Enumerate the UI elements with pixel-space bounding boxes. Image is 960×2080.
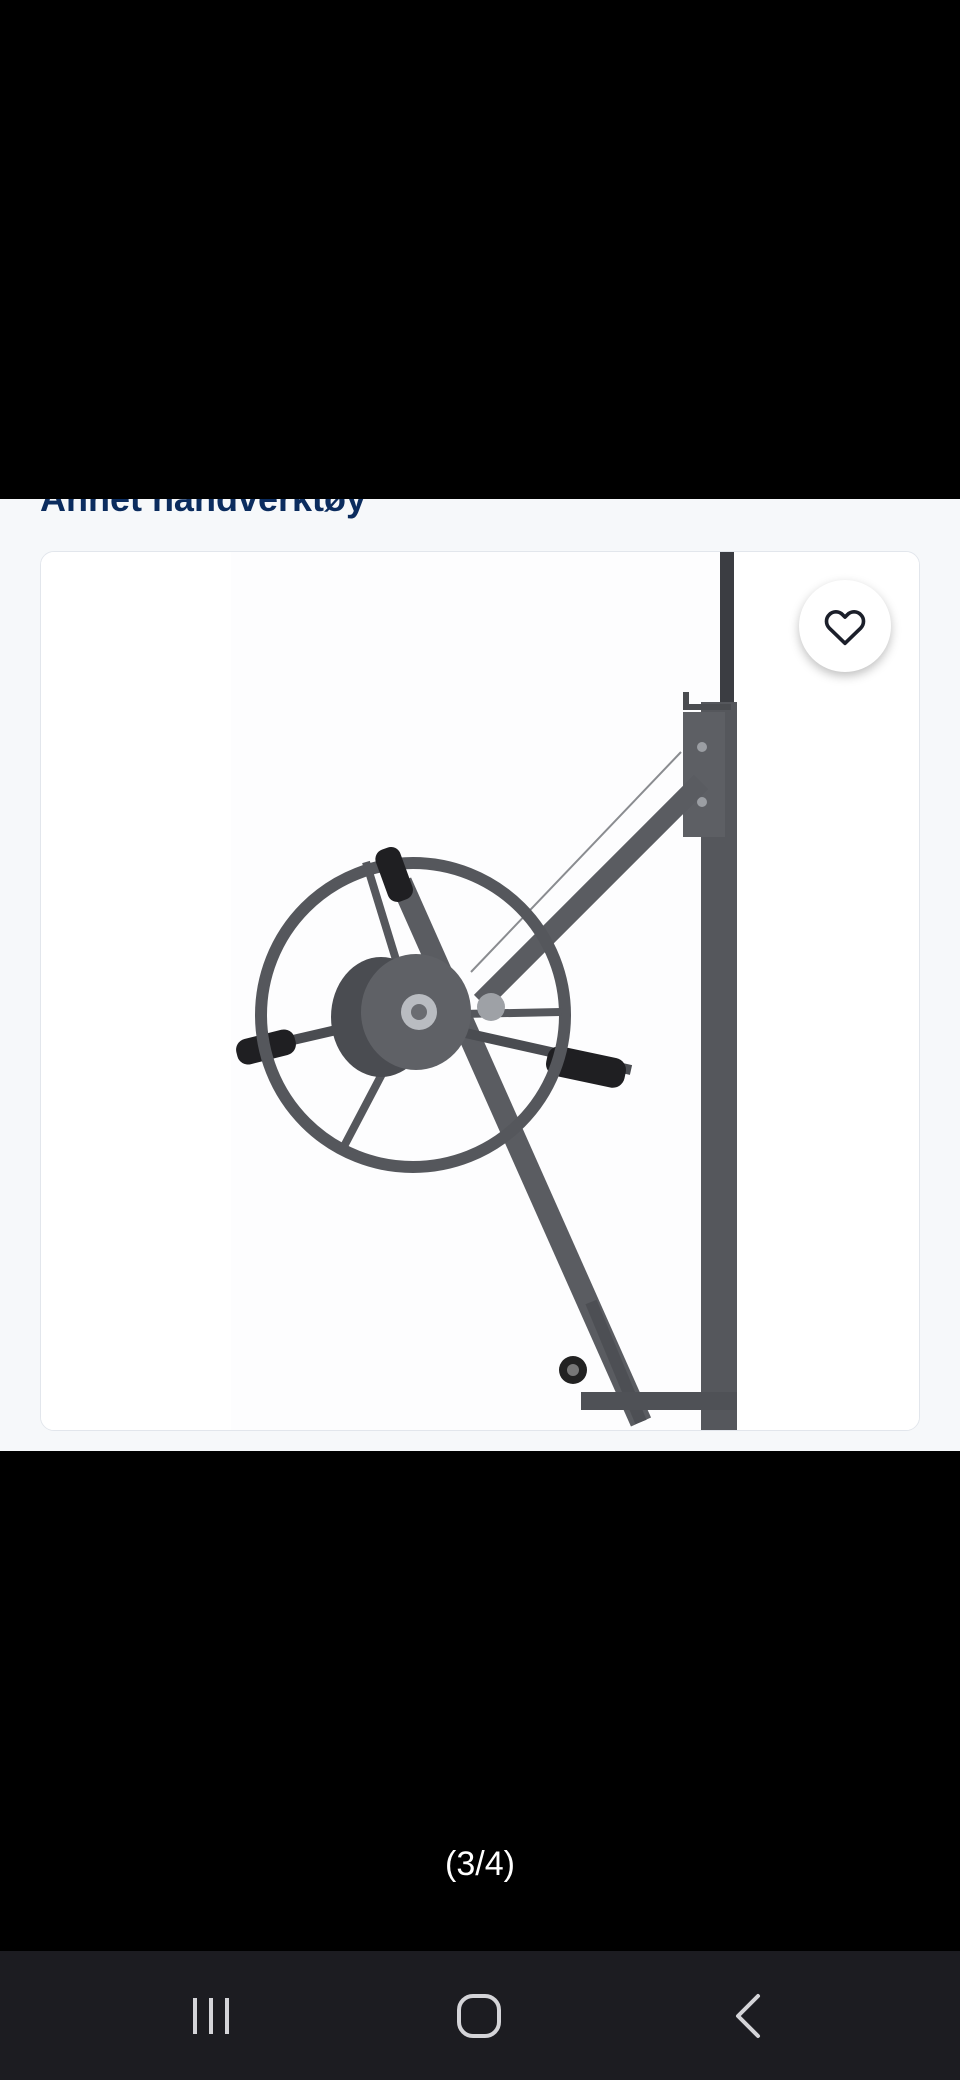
home-icon: [457, 1993, 501, 2038]
product-photo-drywall-lift: [41, 552, 919, 1430]
category-heading: Annet håndverktøy: [40, 499, 366, 521]
back-button[interactable]: [688, 1951, 808, 2080]
back-chevron-icon: [736, 1993, 760, 2038]
image-counter: (3/4): [445, 1845, 515, 1883]
recent-apps-button[interactable]: [151, 1951, 271, 2080]
favorite-button[interactable]: [799, 580, 891, 672]
product-image-card[interactable]: [40, 551, 920, 1431]
listing-screenshot-crop: Annet håndverktøy: [0, 499, 960, 1451]
home-button[interactable]: [419, 1951, 539, 2080]
heart-outline-icon: [824, 610, 866, 646]
viewer-background-top: [0, 0, 960, 499]
system-navigation-bar: [0, 1951, 960, 2080]
recent-apps-icon: [193, 1997, 229, 2034]
